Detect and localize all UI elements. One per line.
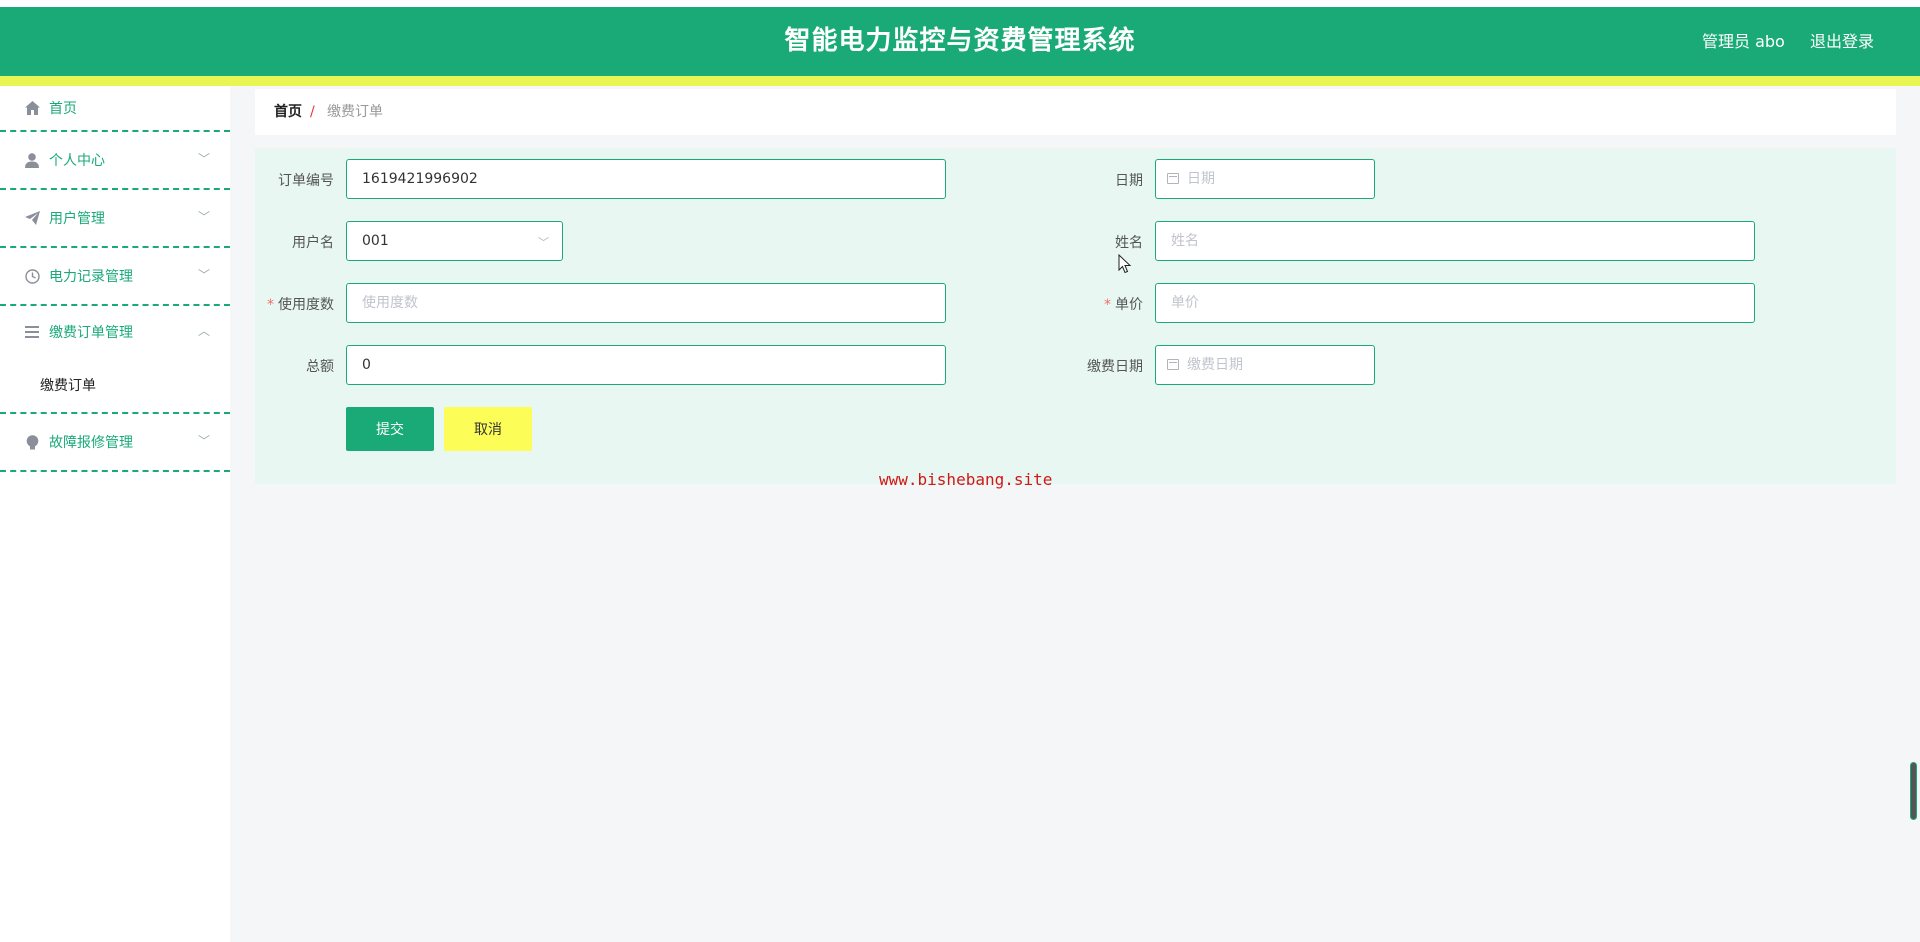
- total-input[interactable]: [346, 345, 946, 385]
- date-label: 日期: [1115, 173, 1143, 189]
- sidebar-item-label: 首页: [49, 101, 77, 117]
- chevron-down-icon: ﹀: [538, 236, 549, 249]
- calendar-icon: [1167, 359, 1179, 370]
- chevron-down-icon: ﹀: [198, 209, 211, 224]
- date-picker[interactable]: [1155, 159, 1375, 199]
- pay-date-label: 缴费日期: [1087, 359, 1143, 375]
- clock-icon: [24, 268, 40, 284]
- cancel-button[interactable]: 取消: [444, 407, 532, 451]
- scrollbar-thumb[interactable]: [1910, 762, 1917, 820]
- calendar-icon: [1167, 173, 1179, 184]
- sidebar-item-home[interactable]: 首页: [0, 86, 230, 132]
- name-label: 姓名: [1115, 235, 1143, 251]
- sidebar-item-user-management[interactable]: 用户管理 ﹀: [0, 190, 230, 248]
- user-icon: [24, 152, 40, 168]
- sidebar-item-label: 用户管理: [49, 211, 105, 227]
- bulb-icon: [24, 434, 40, 450]
- chevron-down-icon: ﹀: [198, 267, 211, 282]
- watermark: www.bishebang.site: [879, 470, 1053, 489]
- required-mark: *: [1104, 297, 1111, 313]
- breadcrumb: 首页 / 缴费订单: [255, 89, 1896, 135]
- home-icon: [24, 100, 40, 116]
- usage-label: * 使用度数: [267, 297, 334, 313]
- price-input[interactable]: [1155, 283, 1755, 323]
- sidebar-item-label: 个人中心: [49, 153, 105, 169]
- usage-input[interactable]: [346, 283, 946, 323]
- order-no-label: 订单编号: [278, 173, 334, 189]
- sidebar-item-power-records[interactable]: 电力记录管理 ﹀: [0, 248, 230, 306]
- username-label: 用户名: [292, 235, 334, 251]
- order-no-input[interactable]: [346, 159, 946, 199]
- mouse-cursor-icon: [1118, 254, 1132, 274]
- sidebar: 首页 个人中心 ﹀ 用户管理 ﹀ 电力记录管理 ﹀ 缴费订单管理 ︿ 缴费订单: [0, 86, 230, 942]
- header-accent-stripe: [0, 76, 1920, 86]
- required-mark: *: [267, 297, 274, 313]
- chevron-down-icon: ﹀: [198, 151, 211, 166]
- send-icon: [24, 210, 40, 226]
- breadcrumb-home[interactable]: 首页: [274, 89, 302, 135]
- logout-link[interactable]: 退出登录: [1810, 7, 1874, 76]
- breadcrumb-separator: /: [310, 104, 315, 120]
- username-select[interactable]: [346, 221, 563, 261]
- sidebar-item-label: 缴费订单管理: [49, 325, 133, 341]
- sidebar-item-label: 故障报修管理: [49, 435, 133, 451]
- app-title: 智能电力监控与资费管理系统: [784, 26, 1136, 56]
- sidebar-item-payment-orders[interactable]: 缴费订单管理 ︿: [0, 306, 230, 358]
- sidebar-subitem-label: 缴费订单: [40, 378, 96, 394]
- sidebar-item-personal-center[interactable]: 个人中心 ﹀: [0, 132, 230, 190]
- price-label: * 单价: [1104, 297, 1143, 313]
- breadcrumb-current: 缴费订单: [327, 104, 383, 120]
- submit-button[interactable]: 提交: [346, 407, 434, 451]
- name-input[interactable]: [1155, 221, 1755, 261]
- menu-icon: [24, 324, 40, 340]
- sidebar-item-label: 电力记录管理: [49, 269, 133, 285]
- sidebar-subitem-payment-order[interactable]: 缴费订单: [0, 358, 230, 412]
- sidebar-item-fault-repair[interactable]: 故障报修管理 ﹀: [0, 414, 230, 472]
- pay-date-picker[interactable]: [1155, 345, 1375, 385]
- chevron-up-icon: ︿: [198, 323, 211, 338]
- chevron-down-icon: ﹀: [198, 433, 211, 448]
- current-user: 管理员 abo: [1702, 32, 1785, 51]
- total-label: 总额: [306, 359, 334, 375]
- top-strip: [0, 0, 1920, 7]
